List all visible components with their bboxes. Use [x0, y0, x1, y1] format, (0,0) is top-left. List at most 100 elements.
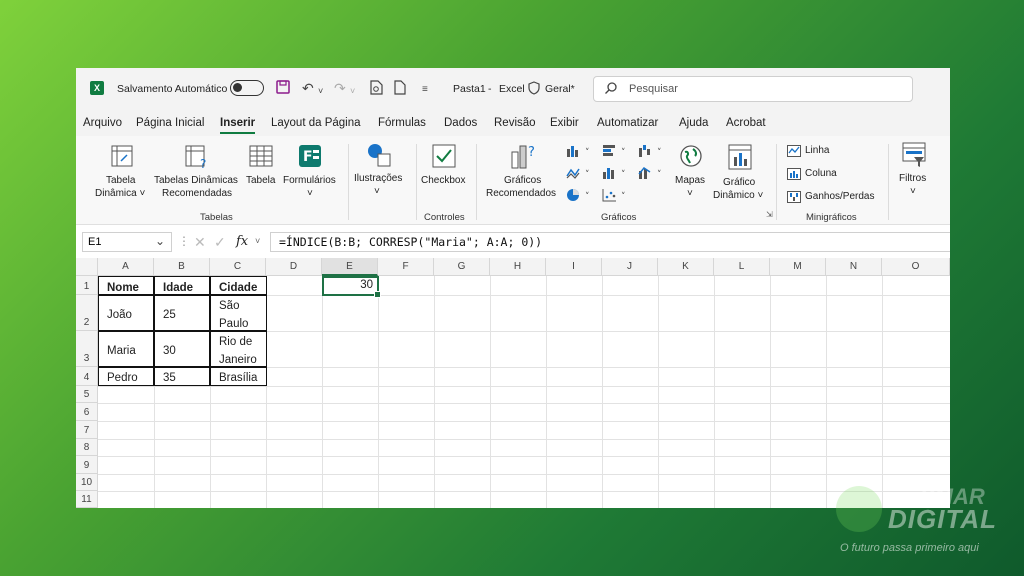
- gridline: [658, 276, 659, 508]
- cell-a2[interactable]: João: [101, 304, 138, 327]
- tab-layout-da-pagina[interactable]: Layout da Página: [271, 117, 361, 129]
- gridline: [98, 456, 950, 457]
- column-header[interactable]: M: [770, 258, 826, 276]
- row-header[interactable]: 8: [76, 439, 98, 456]
- line-chart-icon[interactable]: ˅: [566, 166, 596, 185]
- formula-text: =ÍNDICE(B:B; CORRESP("Maria"; A:A; 0)): [279, 235, 543, 249]
- selected-cell-e1[interactable]: 30: [322, 276, 381, 298]
- column-chart-icon[interactable]: ˅: [566, 144, 596, 163]
- save-icon[interactable]: [276, 80, 290, 97]
- ribbon-separator: [416, 144, 417, 220]
- cell-e1-value: 30: [360, 279, 373, 291]
- row-header[interactable]: 4: [76, 367, 98, 386]
- menu-bar: Arquivo Página Inicial Inserir Layout da…: [76, 110, 950, 136]
- forms-chevron-icon: ˅: [307, 188, 313, 199]
- dialog-launcher-icon[interactable]: ⇲: [766, 210, 773, 219]
- cell-c4[interactable]: Brasília: [213, 367, 263, 390]
- cell-b4[interactable]: 35: [157, 367, 182, 390]
- undo-dropdown-icon[interactable]: ˅: [318, 83, 323, 99]
- gridline: [826, 276, 827, 508]
- brand-tagline: O futuro passa primeiro aqui: [840, 542, 979, 554]
- column-header[interactable]: B: [154, 258, 210, 276]
- column-header[interactable]: G: [434, 258, 490, 276]
- cell-a3[interactable]: Maria: [101, 340, 142, 363]
- forms-icon: F: [298, 144, 324, 173]
- column-header[interactable]: J: [602, 258, 658, 276]
- column-header[interactable]: A: [98, 258, 154, 276]
- row-header[interactable]: 6: [76, 403, 98, 421]
- autosave-toggle[interactable]: [230, 80, 264, 96]
- select-all-corner[interactable]: [76, 258, 98, 276]
- insert-function-icon[interactable]: fx: [236, 234, 248, 249]
- column-header[interactable]: I: [546, 258, 602, 276]
- pivot-chart-icon: [728, 144, 752, 175]
- column-header[interactable]: F: [378, 258, 434, 276]
- cell-b1[interactable]: Idade: [157, 277, 199, 300]
- column-header[interactable]: L: [714, 258, 770, 276]
- column-header[interactable]: O: [882, 258, 950, 276]
- tab-exibir[interactable]: Exibir: [550, 117, 579, 129]
- new-document-icon[interactable]: [394, 80, 406, 98]
- fill-handle[interactable]: [374, 291, 381, 298]
- cell-a4[interactable]: Pedro: [101, 367, 144, 390]
- redo-icon[interactable]: ↷: [334, 80, 346, 96]
- group-tabelas: Tabelas: [200, 212, 233, 223]
- tab-inserir[interactable]: Inserir: [220, 117, 256, 134]
- search-box[interactable]: Pesquisar: [593, 76, 913, 102]
- tab-arquivo[interactable]: Arquivo: [83, 117, 122, 129]
- svg-text:?: ?: [200, 157, 206, 170]
- cancel-icon[interactable]: ✕: [194, 234, 206, 251]
- name-box-chevron-icon[interactable]: ⌄: [155, 234, 165, 248]
- hierarchy-chart-icon[interactable]: ˅: [602, 166, 632, 185]
- scatter-chart-icon[interactable]: ˅: [602, 188, 632, 207]
- ribbon-separator: [348, 144, 349, 220]
- formula-expand-icon[interactable]: ˅: [255, 236, 260, 246]
- cell-b3[interactable]: 30: [157, 340, 182, 363]
- row-header[interactable]: 1: [76, 276, 98, 295]
- formula-input[interactable]: =ÍNDICE(B:B; CORRESP("Maria"; A:A; 0)): [270, 232, 950, 252]
- combo-chart-icon[interactable]: ˅: [638, 166, 668, 185]
- row-header[interactable]: 11: [76, 491, 98, 508]
- undo-icon[interactable]: ↶: [302, 80, 314, 96]
- column-header[interactable]: H: [490, 258, 546, 276]
- gridline: [714, 276, 715, 508]
- row-header[interactable]: 7: [76, 421, 98, 439]
- tab-ajuda[interactable]: Ajuda: [679, 117, 708, 129]
- column-header[interactable]: K: [658, 258, 714, 276]
- sparkline-line-label: Linha: [805, 145, 830, 156]
- tab-pagina-inicial[interactable]: Página Inicial: [136, 117, 204, 129]
- bar-chart-icon[interactable]: ˅: [602, 144, 632, 163]
- tab-formulas[interactable]: Fórmulas: [378, 117, 426, 129]
- file-name: Pasta1: [453, 83, 486, 95]
- tab-acrobat[interactable]: Acrobat: [726, 117, 766, 129]
- print-preview-icon[interactable]: [370, 80, 383, 98]
- column-header[interactable]: D: [266, 258, 322, 276]
- name-box[interactable]: E1 ⌄: [82, 232, 172, 252]
- column-header[interactable]: C: [210, 258, 266, 276]
- row-header[interactable]: 10: [76, 474, 98, 491]
- tab-automatizar[interactable]: Automatizar: [597, 117, 658, 129]
- waterfall-chart-icon[interactable]: ˅: [638, 144, 668, 163]
- tab-dados[interactable]: Dados: [444, 117, 477, 129]
- checkbox-label: Checkbox: [421, 175, 466, 186]
- redo-dropdown-icon[interactable]: ˅: [350, 83, 355, 99]
- row-header[interactable]: 9: [76, 456, 98, 474]
- row-header[interactable]: 2: [76, 295, 98, 331]
- column-header[interactable]: N: [826, 258, 882, 276]
- shield-icon[interactable]: [528, 81, 540, 98]
- enter-icon[interactable]: ✓: [214, 234, 226, 251]
- row-header[interactable]: 5: [76, 386, 98, 403]
- ribbon-separator: [476, 144, 477, 220]
- customize-toolbar-icon[interactable]: ≡: [422, 82, 428, 98]
- cell-a1[interactable]: Nome: [101, 277, 145, 300]
- cell-b2[interactable]: 25: [157, 304, 182, 327]
- pivot-table-label-2: Dinâmica ˅: [95, 188, 146, 199]
- pie-chart-icon[interactable]: ˅: [566, 188, 596, 207]
- column-header-selected[interactable]: E: [322, 258, 378, 276]
- recommended-charts-label-2: Recomendados: [486, 188, 557, 199]
- sensitivity-label[interactable]: Geral*: [545, 83, 575, 95]
- row-header[interactable]: 3: [76, 331, 98, 367]
- shapes-icon: [366, 142, 394, 173]
- tab-revisao[interactable]: Revisão: [494, 117, 536, 129]
- svg-text:˅: ˅: [621, 192, 626, 202]
